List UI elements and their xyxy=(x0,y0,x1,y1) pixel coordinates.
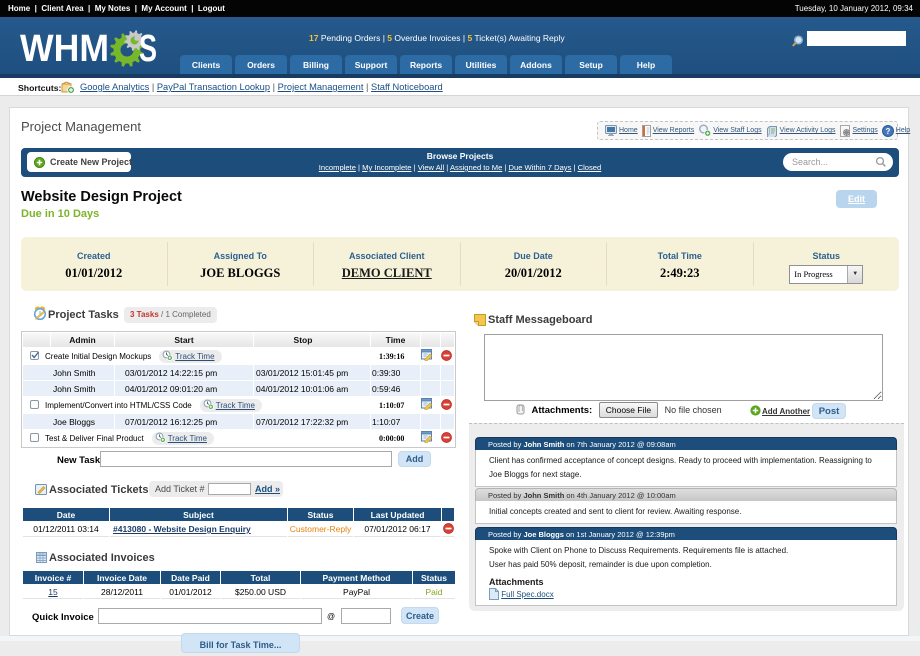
svg-text:WHM: WHM xyxy=(20,29,109,70)
svg-text:S: S xyxy=(139,29,157,70)
svg-text:?: ? xyxy=(885,127,890,136)
